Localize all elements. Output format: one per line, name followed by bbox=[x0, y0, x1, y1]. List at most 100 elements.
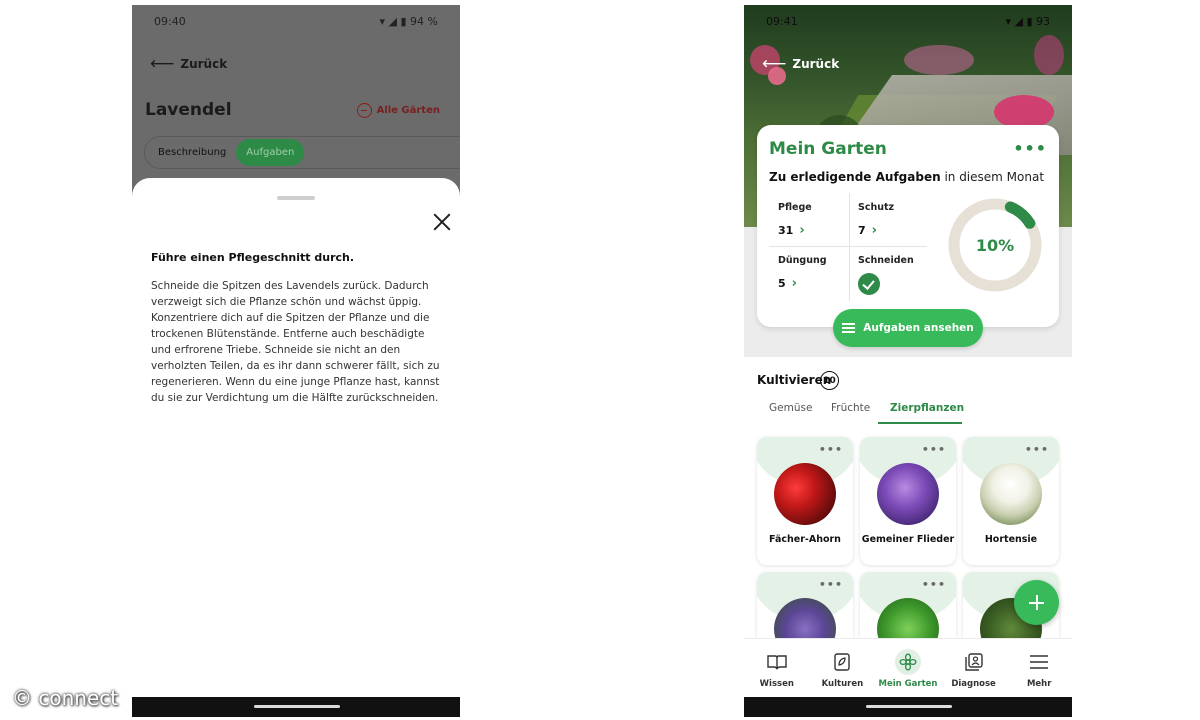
diagnosis-icon bbox=[961, 649, 987, 675]
nav-item-mein-garten[interactable]: Mein Garten bbox=[875, 639, 941, 697]
more-options-icon[interactable]: ••• bbox=[819, 578, 843, 591]
system-navigation-bar bbox=[744, 697, 1072, 717]
back-label: Zurück bbox=[792, 57, 840, 71]
task-category-grid: Pflege 31 › Schutz 7 › Düngung 5 › Schneide… bbox=[769, 193, 929, 301]
category-tabs: Gemüse Früchte Zierpflanzen bbox=[757, 402, 997, 426]
home-gesture-pill[interactable] bbox=[254, 705, 340, 708]
add-plant-button[interactable] bbox=[1014, 580, 1059, 625]
battery-icon: ▮ bbox=[1026, 15, 1033, 28]
task-count: 5 bbox=[778, 277, 786, 290]
tab-aufgaben[interactable]: Aufgaben bbox=[236, 139, 305, 166]
battery-level: 94 % bbox=[410, 15, 438, 28]
tasks-subtitle: Zu erledigende Aufgaben in diesem Monat bbox=[769, 170, 1044, 184]
progress-percentage: 10% bbox=[975, 235, 1015, 255]
plant-card-gemeiner-flieder[interactable]: ••• Gemeiner Flieder bbox=[860, 437, 956, 565]
close-icon[interactable] bbox=[432, 212, 452, 232]
nav-label: Diagnose bbox=[951, 679, 996, 689]
nav-item-kulturen[interactable]: Kulturen bbox=[810, 639, 876, 697]
nav-item-diagnose[interactable]: Diagnose bbox=[941, 639, 1007, 697]
nav-item-mehr[interactable]: Mehr bbox=[1006, 639, 1072, 697]
tab-fruechte[interactable]: Früchte bbox=[831, 402, 870, 424]
minus-circle-icon bbox=[356, 103, 372, 118]
chevron-right-icon: › bbox=[799, 223, 805, 238]
status-bar: 09:41 ▾ ◢ ▮ 93 bbox=[744, 5, 1072, 37]
view-tasks-label: Aufgaben ansehen bbox=[863, 322, 974, 334]
status-time: 09:40 bbox=[154, 15, 186, 28]
more-options-icon[interactable]: ••• bbox=[922, 443, 946, 456]
more-options-icon[interactable]: ••• bbox=[922, 578, 946, 591]
book-icon bbox=[764, 649, 790, 675]
status-bar: 09:40 ▾ ◢ ▮ 94 % bbox=[132, 5, 460, 37]
status-time: 09:41 bbox=[766, 15, 798, 28]
list-icon bbox=[842, 323, 856, 333]
battery-level: 93 bbox=[1036, 15, 1050, 28]
task-count: 31 bbox=[778, 224, 794, 237]
left-phone-screen: 09:40 ▾ ◢ ▮ 94 % ⟵ Zurück Lavendel Alle … bbox=[132, 5, 460, 717]
sheet-title: Führe einen Pflegeschnitt durch. bbox=[151, 251, 355, 264]
page-title: Lavendel bbox=[145, 100, 232, 120]
status-icons: ▾ ◢ ▮ 94 % bbox=[379, 15, 438, 28]
my-garden-card: Mein Garten ••• Zu erledigende Aufgaben … bbox=[757, 125, 1059, 327]
all-gardens-label: Alle Gärten bbox=[376, 105, 440, 116]
nav-label: Wissen bbox=[759, 679, 794, 689]
remove-from-all-gardens-button[interactable]: Alle Gärten bbox=[356, 103, 440, 118]
back-label: Zurück bbox=[180, 57, 228, 71]
status-icons: ▾ ◢ ▮ 93 bbox=[1005, 15, 1050, 28]
plant-image bbox=[877, 463, 939, 525]
task-category-label: Düngung bbox=[778, 255, 827, 266]
task-category-duengung[interactable]: Düngung 5 › bbox=[769, 246, 849, 299]
sheet-body-text: Schneide die Spitzen des Lavendels zurüc… bbox=[151, 280, 440, 404]
tab-beschreibung[interactable]: Beschreibung bbox=[148, 139, 236, 166]
task-category-schneiden[interactable]: Schneiden bbox=[849, 246, 929, 299]
nav-label: Mehr bbox=[1026, 679, 1052, 689]
tasks-subtitle-bold: Zu erledigende Aufgaben bbox=[769, 170, 941, 184]
view-tasks-button[interactable]: Aufgaben ansehen bbox=[833, 309, 983, 347]
check-icon bbox=[858, 273, 880, 295]
cultivate-count-badge: 10 bbox=[820, 371, 839, 390]
plant-image bbox=[980, 463, 1042, 525]
wifi-icon: ▾ bbox=[379, 15, 386, 28]
task-category-label: Pflege bbox=[778, 202, 812, 213]
battery-icon: ▮ bbox=[400, 15, 407, 28]
task-category-schutz[interactable]: Schutz 7 › bbox=[849, 193, 929, 246]
segmented-tabs: Beschreibung Aufgaben bbox=[144, 136, 460, 169]
signal-icon: ◢ bbox=[1014, 15, 1023, 28]
watermark: © connect bbox=[12, 686, 119, 710]
task-category-pflege[interactable]: Pflege 31 › bbox=[769, 193, 849, 246]
plant-card-faecher-ahorn[interactable]: ••• Fächer-Ahorn bbox=[757, 437, 853, 565]
nav-item-wissen[interactable]: Wissen bbox=[744, 639, 810, 697]
more-options-icon[interactable]: ••• bbox=[819, 443, 843, 456]
signal-icon: ◢ bbox=[388, 15, 397, 28]
system-navigation-bar bbox=[132, 697, 460, 717]
tab-zierpflanzen[interactable]: Zierpflanzen bbox=[890, 402, 964, 424]
more-options-icon[interactable]: ••• bbox=[1025, 443, 1049, 456]
plant-name: Gemeiner Flieder bbox=[861, 534, 955, 545]
plant-doc-icon bbox=[829, 649, 855, 675]
back-button[interactable]: ⟵ Zurück bbox=[150, 54, 228, 74]
sheet-drag-handle[interactable] bbox=[277, 196, 315, 200]
right-phone-screen: 09:41 ▾ ◢ ▮ 93 ⟵ Zurück Mein Garten ••• … bbox=[744, 5, 1072, 717]
back-button[interactable]: ⟵ Zurück bbox=[762, 56, 840, 73]
task-category-label: Schneiden bbox=[858, 255, 914, 266]
plant-card-hortensie[interactable]: ••• Hortensie bbox=[963, 437, 1059, 565]
arrow-left-icon: ⟵ bbox=[150, 54, 175, 74]
nav-label: Kulturen bbox=[821, 679, 864, 689]
screenshot-stage: 09:40 ▾ ◢ ▮ 94 % ⟵ Zurück Lavendel Alle … bbox=[0, 0, 1200, 720]
garden-card-title: Mein Garten bbox=[769, 139, 887, 159]
task-category-label: Schutz bbox=[858, 202, 895, 213]
plant-image bbox=[774, 463, 836, 525]
chevron-right-icon: › bbox=[791, 276, 798, 291]
plant-name: Hortensie bbox=[984, 534, 1038, 545]
flower-icon bbox=[894, 649, 921, 675]
more-options-icon[interactable]: ••• bbox=[1013, 139, 1047, 158]
chevron-right-icon: › bbox=[871, 223, 878, 238]
tab-gemuese[interactable]: Gemüse bbox=[769, 402, 812, 424]
home-gesture-pill[interactable] bbox=[866, 705, 952, 708]
wifi-icon: ▾ bbox=[1005, 15, 1011, 28]
nav-label: Mein Garten bbox=[878, 679, 938, 689]
plant-name: Fächer-Ahorn bbox=[769, 534, 841, 545]
bottom-navigation: Wissen Kulturen Mein Garten Diagnose Meh… bbox=[744, 638, 1072, 697]
tasks-subtitle-rest: in diesem Monat bbox=[940, 170, 1045, 184]
menu-icon bbox=[1026, 649, 1052, 675]
task-bottom-sheet: Führe einen Pflegeschnitt durch. Schneid… bbox=[132, 178, 460, 717]
